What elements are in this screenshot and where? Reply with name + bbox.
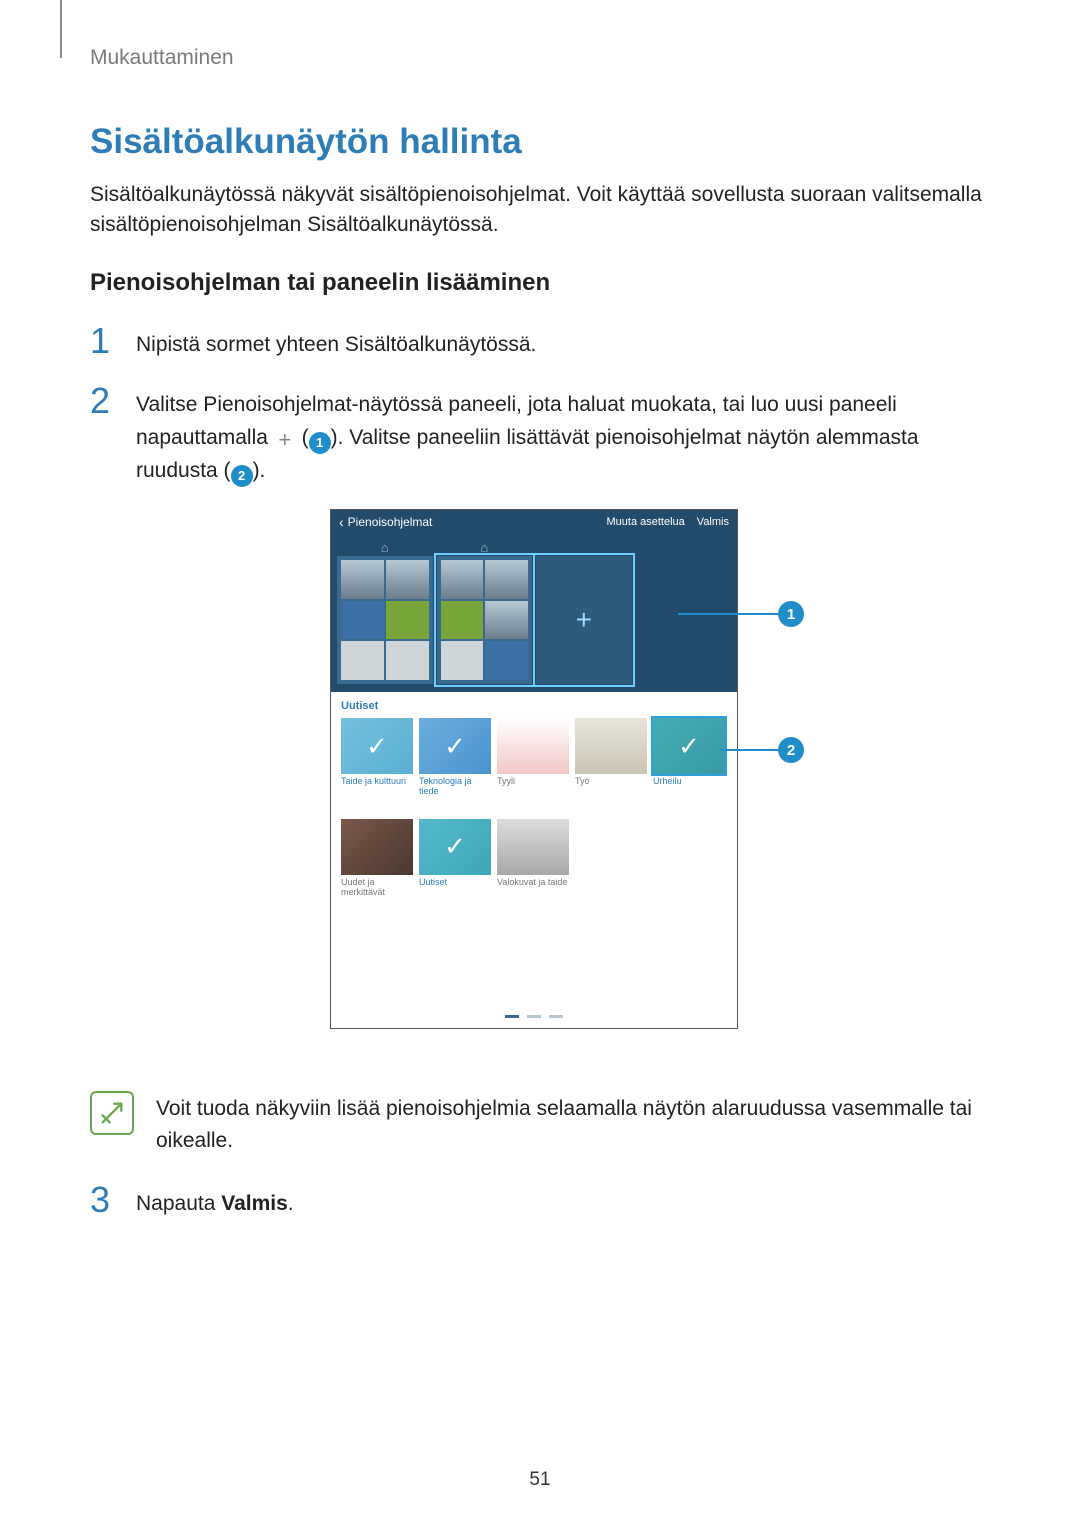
- header-title: Pienoisohjelmat: [348, 515, 433, 529]
- text-part: .: [288, 1192, 294, 1215]
- step-text: Nipistä sormet yhteen Sisältöalkunäytöss…: [136, 323, 536, 362]
- sub-heading: Pienoisohjelman tai paneelin lisääminen: [90, 269, 990, 297]
- spacer: [582, 540, 586, 554]
- chevron-left-icon: ‹: [339, 514, 344, 530]
- figure: ‹ Pienoisohjelmat Muuta asettelua Valmis…: [90, 509, 990, 1069]
- check-icon: ✓: [341, 718, 413, 774]
- step-text: Valitse Pienoisohjelmat-näytössä paneeli…: [136, 383, 990, 487]
- widget-row-2: Uudet ja merkittävät ✓ Uutiset Valokuvat…: [331, 801, 737, 902]
- check-icon: ✓: [419, 718, 491, 774]
- tile-sports[interactable]: ✓ Urheilu: [653, 718, 725, 797]
- step-1: 1 Nipistä sormet yhteen Sisältöalkunäytö…: [90, 323, 990, 362]
- panel-1[interactable]: ⌂: [337, 540, 433, 684]
- callout-badge-2: 2: [231, 465, 253, 487]
- note-text: Voit tuoda näkyviin lisää pienoisohjelmi…: [156, 1091, 990, 1156]
- tile-art-culture[interactable]: ✓ Taide ja kulttuuri: [341, 718, 413, 797]
- check-icon: ✓: [419, 819, 491, 875]
- tile-label: Uudet ja merkittävät: [341, 878, 413, 898]
- device-screenshot: ‹ Pienoisohjelmat Muuta asettelua Valmis…: [330, 509, 738, 1029]
- callout-2: 2: [720, 737, 804, 763]
- panel-2[interactable]: ⌂: [437, 540, 533, 684]
- step-2: 2 Valitse Pienoisohjelmat-näytössä panee…: [90, 383, 990, 487]
- breadcrumb: Mukauttaminen: [90, 46, 990, 70]
- indicator-dot: [527, 1015, 541, 1018]
- indicator-dot: [549, 1015, 563, 1018]
- tile-label: Valokuvat ja taide: [497, 878, 569, 888]
- step-number: 2: [90, 383, 118, 419]
- page-indicator: [331, 1015, 737, 1018]
- tile-label: Työ: [575, 777, 647, 787]
- tile-photos-art[interactable]: Valokuvat ja taide: [497, 819, 569, 898]
- plus-icon: +: [576, 604, 592, 636]
- page: Mukauttaminen Sisältöalkunäytön hallinta…: [0, 0, 1080, 1527]
- tile-row-1: ✓ Taide ja kulttuuri ✓ Teknologia ja tie…: [341, 718, 727, 797]
- home-icon: ⌂: [381, 540, 389, 554]
- step-number: 3: [90, 1182, 118, 1218]
- panel-strip: ⌂ ⌂ +: [331, 534, 737, 692]
- device-header: ‹ Pienoisohjelmat Muuta asettelua Valmis: [331, 510, 737, 534]
- side-rule: [60, 0, 62, 58]
- tile-label: Urheilu: [653, 777, 725, 787]
- step-text: Napauta Valmis.: [136, 1182, 294, 1221]
- plus-icon: +: [274, 429, 296, 451]
- indicator-dot: [505, 1015, 519, 1018]
- text-part: Napauta: [136, 1192, 221, 1215]
- panel-add[interactable]: +: [536, 540, 632, 684]
- tile-work[interactable]: Työ: [575, 718, 647, 797]
- text-part: ).: [253, 459, 266, 482]
- text-bold: Valmis: [221, 1192, 288, 1215]
- callout-1: 1: [678, 601, 804, 627]
- change-layout-button[interactable]: Muuta asettelua: [607, 516, 685, 528]
- done-button[interactable]: Valmis: [697, 516, 729, 528]
- step-3: 3 Napauta Valmis.: [90, 1182, 990, 1221]
- tile-label: Teknologia ja tiede: [419, 777, 491, 797]
- note: Voit tuoda näkyviin lisää pienoisohjelmi…: [90, 1091, 990, 1156]
- callout-badge: 2: [778, 737, 804, 763]
- tile-new-notable[interactable]: Uudet ja merkittävät: [341, 819, 413, 898]
- lead-paragraph: Sisältöalkunäytössä näkyvät sisältöpieno…: [90, 180, 990, 241]
- spacer: [681, 540, 685, 554]
- page-number: 51: [0, 1469, 1080, 1491]
- callout-badge-1: 1: [309, 432, 331, 454]
- widget-category-news: Uutiset ✓ Taide ja kulttuuri ✓ Teknologi…: [331, 692, 737, 801]
- callout-badge: 1: [778, 601, 804, 627]
- step-number: 1: [90, 323, 118, 359]
- tile-row-2: Uudet ja merkittävät ✓ Uutiset Valokuvat…: [341, 819, 727, 898]
- category-label: Uutiset: [341, 700, 727, 712]
- tile-style[interactable]: Tyyli: [497, 718, 569, 797]
- check-icon: ✓: [653, 718, 725, 774]
- tile-label: Taide ja kulttuuri: [341, 777, 413, 787]
- back-button[interactable]: ‹ Pienoisohjelmat: [339, 514, 432, 530]
- home-icon: ⌂: [480, 540, 488, 554]
- tile-technology[interactable]: ✓ Teknologia ja tiede: [419, 718, 491, 797]
- tile-label: Tyyli: [497, 777, 569, 787]
- page-title: Sisältöalkunäytön hallinta: [90, 122, 990, 162]
- tile-news[interactable]: ✓ Uutiset: [419, 819, 491, 898]
- text-part: (: [296, 426, 309, 449]
- tile-label: Uutiset: [419, 878, 491, 888]
- note-icon: [90, 1091, 134, 1135]
